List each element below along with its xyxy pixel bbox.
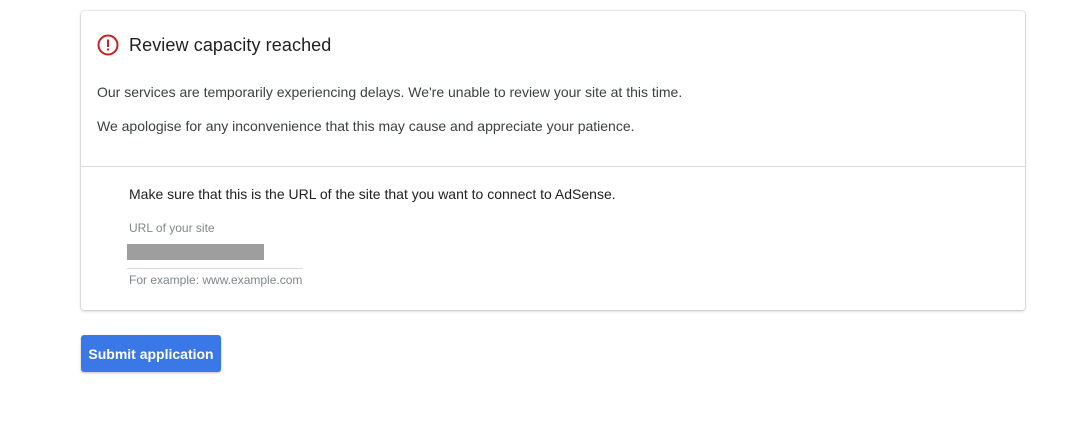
review-capacity-card: Review capacity reached Our services are… bbox=[81, 11, 1025, 310]
alert-circle-icon bbox=[97, 34, 119, 56]
url-field-label: URL of your site bbox=[129, 221, 215, 235]
url-instruction: Make sure that this is the URL of the si… bbox=[129, 186, 616, 202]
divider bbox=[81, 166, 1025, 167]
url-helper-text: For example: www.example.com bbox=[129, 273, 303, 287]
delay-message: Our services are temporarily experiencin… bbox=[97, 84, 683, 100]
apology-message: We apologise for any inconvenience that … bbox=[97, 118, 635, 134]
submit-application-button[interactable]: Submit application bbox=[81, 335, 221, 372]
redacted-url-value bbox=[127, 244, 264, 260]
card-header: Review capacity reached bbox=[97, 34, 331, 56]
card-title: Review capacity reached bbox=[129, 34, 332, 55]
site-url-input[interactable] bbox=[127, 241, 303, 269]
